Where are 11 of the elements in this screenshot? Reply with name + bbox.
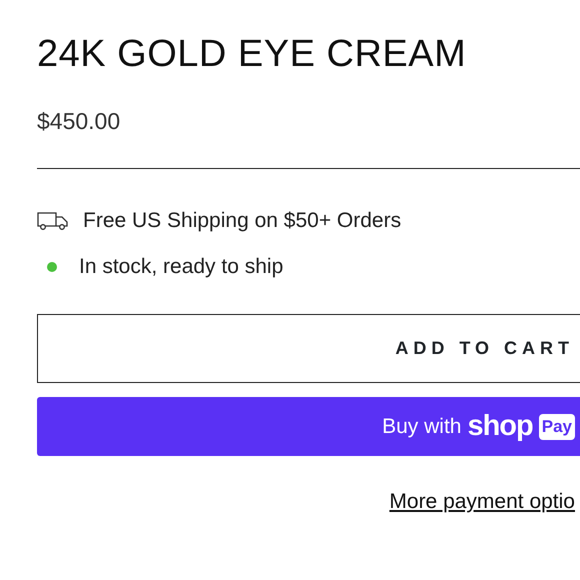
add-to-cart-button[interactable]: ADD TO CART: [37, 314, 580, 384]
button-label: Buy with: [382, 414, 462, 440]
shipping-note: Free US Shipping on $50+ Orders: [83, 208, 402, 234]
truck-icon: [37, 211, 69, 232]
product-title: 24K GOLD EYE CREAM: [37, 34, 468, 76]
stock-status: In stock, ready to ship: [79, 254, 284, 280]
pay-badge: Pay: [538, 414, 575, 440]
shop-logo: shop: [467, 409, 533, 444]
price: $450.00: [37, 108, 120, 134]
buy-with-shop-pay-button[interactable]: Buy with shop Pay: [37, 397, 580, 456]
more-payment-options-link[interactable]: More payment optio: [37, 486, 575, 518]
